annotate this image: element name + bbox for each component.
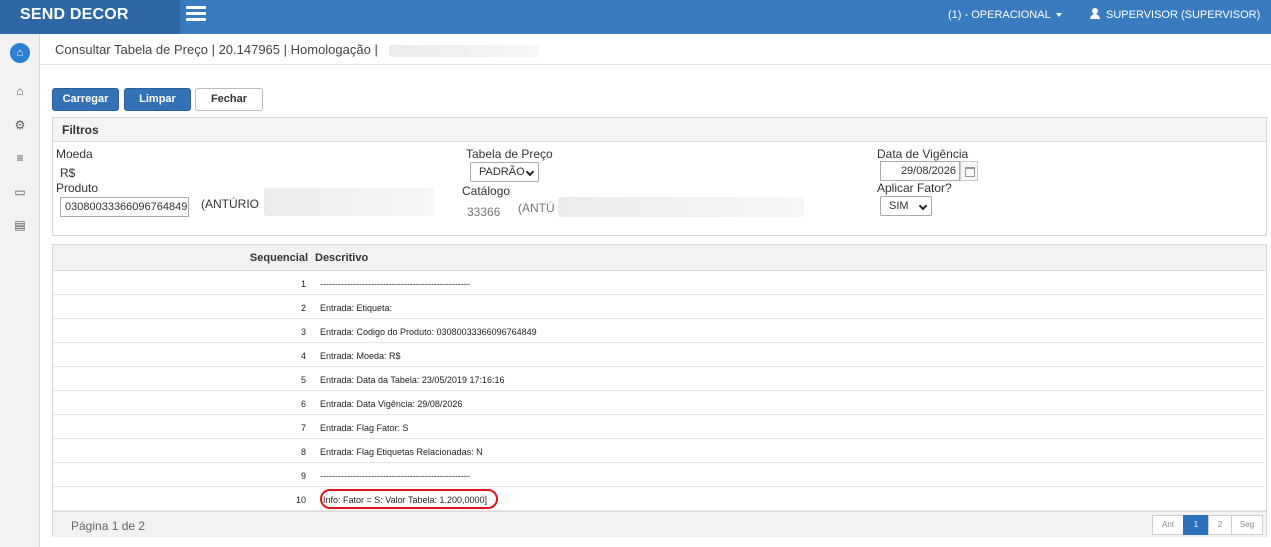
row-desc: Entrada: Codigo do Produto: 030800333660… (320, 327, 537, 337)
currency-value: R$ (60, 166, 76, 180)
redacted-text (389, 44, 540, 57)
row-seq: 5 (300, 375, 306, 385)
column-header-descritivo[interactable]: Descritivo (315, 252, 368, 264)
breadcrumb-text: Consultar Tabela de Preço | 20.147965 | … (55, 42, 378, 57)
role-menu[interactable]: (1) - OPERACIONAL (948, 0, 1062, 30)
filters-panel: Filtros Moeda R$ Produto 030800333660967… (52, 117, 1267, 236)
page-info: Página 1 de 2 (71, 519, 146, 533)
divider (40, 64, 1271, 65)
currency-label: Moeda (56, 147, 93, 161)
row-seq: 4 (300, 351, 306, 361)
row-desc: Entrada: Etiqueta: (320, 303, 393, 313)
row-seq: 2 (300, 303, 306, 313)
document-icon[interactable]: ▤ (0, 218, 40, 232)
table-row[interactable]: 4 Entrada: Moeda: R$ (53, 343, 1266, 367)
row-desc: Entrada: Flag Etiquetas Relacionadas: N (320, 447, 483, 457)
breadcrumb: Consultar Tabela de Preço | 20.147965 | … (55, 42, 540, 57)
caret-down-icon (1055, 13, 1062, 18)
price-table-select[interactable]: PADRÃO (470, 162, 539, 182)
row-seq: 6 (300, 399, 306, 409)
validity-date-input[interactable]: 29/08/2026 (880, 161, 960, 181)
product-label: Produto (56, 181, 99, 195)
row-seq: 1 (300, 279, 306, 289)
row-desc: Entrada: Moeda: R$ (320, 351, 401, 361)
table-row[interactable]: 5 Entrada: Data da Tabela: 23/05/2019 17… (53, 367, 1266, 391)
filters-title: Filtros (53, 118, 1266, 142)
chevron-down-icon (918, 201, 928, 211)
sidebar: ⌂ ⌂ ⚙ ≡ ▭ ▤ (0, 34, 40, 547)
column-header-sequencial[interactable]: Sequencial (250, 252, 308, 264)
user-icon (1090, 8, 1100, 19)
role-menu-label: (1) - OPERACIONAL (948, 9, 1051, 21)
apply-factor-label: Aplicar Fator? (877, 181, 952, 195)
logo-icon[interactable]: ⌂ (10, 43, 30, 63)
catalog-description-text: (ANTÚ (518, 201, 555, 215)
pagination: Ant 1 2 Seg (1152, 515, 1263, 535)
home-icon[interactable]: ⌂ (0, 84, 40, 98)
pager-page-2[interactable]: 2 (1208, 515, 1232, 535)
close-button[interactable]: Fechar (195, 88, 263, 111)
price-table-label: Tabela de Preço (466, 147, 553, 161)
price-table-value: PADRÃO (479, 166, 525, 178)
laptop-icon[interactable]: ▭ (0, 185, 40, 199)
chevron-down-icon (525, 167, 535, 177)
menu-icon[interactable] (186, 6, 206, 22)
sliders-icon[interactable]: ≡ (0, 151, 40, 165)
user-menu-label: SUPERVISOR (SUPERVISOR) (1106, 9, 1261, 21)
redacted-text (264, 188, 435, 216)
product-description-text: (ANTÚRIO (201, 197, 259, 211)
table-row[interactable]: 10 Info: Fator = S: Valor Tabela: 1.200,… (53, 487, 1266, 511)
calendar-icon[interactable] (960, 161, 978, 181)
row-seq: 8 (300, 447, 306, 457)
row-desc: Entrada: Data da Tabela: 23/05/2019 17:1… (320, 375, 505, 385)
row-seq: 7 (300, 423, 306, 433)
table-row[interactable]: 9 --------------------------------------… (53, 463, 1266, 487)
row-seq: 10 (295, 495, 306, 505)
table-row[interactable]: 1 --------------------------------------… (53, 271, 1266, 295)
pager-page-1[interactable]: 1 (1183, 515, 1209, 535)
caret-down-icon (1095, 43, 1101, 48)
row-desc: ----------------------------------------… (320, 279, 470, 289)
results-grid: Sequencial Descritivo 1 ----------------… (52, 244, 1267, 537)
load-button[interactable]: Carregar (52, 88, 119, 111)
pager-next-button[interactable]: Seg (1231, 515, 1263, 535)
apply-factor-value: SIM (889, 200, 909, 212)
highlight-annotation (320, 489, 498, 509)
table-row[interactable]: 3 Entrada: Codigo do Produto: 0308003336… (53, 319, 1266, 343)
user-menu[interactable]: SUPERVISOR (SUPERVISOR) (1090, 0, 1271, 48)
catalog-code: 33366 (467, 205, 501, 219)
table-row[interactable]: 6 Entrada: Data Vigência: 29/08/2026 (53, 391, 1266, 415)
grid-header: Sequencial Descritivo (53, 245, 1266, 271)
gears-icon[interactable]: ⚙ (0, 118, 40, 132)
top-bar: SEND DECOR (1) - OPERACIONAL SUPERVISOR … (0, 0, 1271, 48)
row-seq: 9 (300, 471, 306, 481)
row-seq: 3 (300, 327, 306, 337)
redacted-text (558, 197, 805, 217)
apply-factor-select[interactable]: SIM (880, 196, 932, 216)
brand-logo[interactable]: SEND DECOR (0, 0, 180, 34)
clear-button[interactable]: Limpar (124, 88, 191, 111)
pager-prev-button[interactable]: Ant (1152, 515, 1184, 535)
product-description: (ANTÚRIO (201, 188, 435, 216)
row-desc: Entrada: Flag Fator: S (320, 423, 409, 433)
product-input[interactable]: 03080033366096764849 (60, 197, 189, 217)
row-desc: ----------------------------------------… (320, 471, 470, 481)
catalog-label: Catálogo (462, 184, 511, 198)
row-desc: Entrada: Data Vigência: 29/08/2026 (320, 399, 463, 409)
table-row[interactable]: 2 Entrada: Etiqueta: (53, 295, 1266, 319)
validity-date-label: Data de Vigência (877, 147, 969, 161)
table-row[interactable]: 7 Entrada: Flag Fator: S (53, 415, 1266, 439)
grid-footer: Página 1 de 2 Ant 1 2 Seg (53, 511, 1266, 537)
table-row[interactable]: 8 Entrada: Flag Etiquetas Relacionadas: … (53, 439, 1266, 463)
catalog-description: (ANTÚ (518, 197, 805, 217)
